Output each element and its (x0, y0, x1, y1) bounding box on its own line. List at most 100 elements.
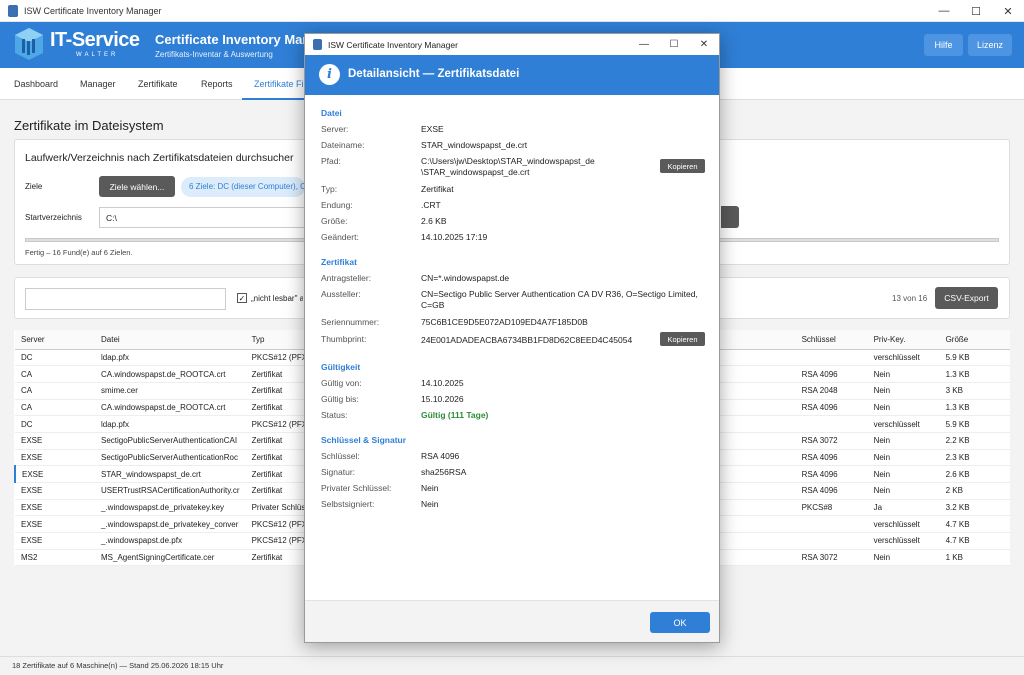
help-button[interactable]: Hilfe (924, 34, 963, 56)
dialog-close-icon[interactable]: ✕ (689, 34, 719, 55)
section-file: Datei (321, 108, 342, 118)
path-value-line1: C:\Users\jw\Desktop\STAR_windowspapst_de (421, 156, 595, 166)
ok-button[interactable]: OK (650, 612, 710, 633)
tab-manager[interactable]: Manager (80, 68, 116, 100)
table-cell: Nein (867, 449, 940, 467)
startdir-input[interactable]: C:\ (99, 207, 305, 228)
table-cell: 2.3 KB (939, 449, 1010, 467)
filename-key: Dateiname: (321, 140, 365, 150)
table-cell: verschlüsselt (867, 515, 940, 534)
table-cell: RSA 4096 (795, 465, 868, 483)
table-cell: 2.6 KB (939, 465, 1010, 483)
table-cell: CA.windowspapst.de_ROOTCA.crt (95, 365, 246, 383)
key-key: Schlüssel: (321, 451, 360, 461)
close-icon[interactable]: ✕ (992, 0, 1024, 22)
table-cell: CA (15, 382, 95, 400)
size-key: Größe: (321, 216, 348, 226)
copy-thumbprint-button[interactable]: Kopieren (660, 332, 705, 346)
server-value: EXSE (421, 124, 444, 134)
window-title: ISW Certificate Inventory Manager (24, 5, 162, 16)
main-titlebar: ISW Certificate Inventory Manager — ☐ ✕ (0, 0, 1024, 22)
table-cell (795, 532, 868, 550)
csv-export-button[interactable]: CSV-Export (935, 287, 998, 309)
table-cell: 2 KB (939, 482, 1010, 500)
valid-from-key: Gültig von: (321, 378, 362, 388)
scan-start-button[interactable] (721, 206, 739, 228)
col-key[interactable]: Schlüssel (795, 330, 868, 350)
ext-key: Endung: (321, 200, 353, 210)
table-cell: EXSE (15, 499, 95, 517)
app-icon (8, 4, 18, 17)
tab-zertifikate-files[interactable]: Zertifikate Fi (242, 68, 304, 100)
valid-to-key: Gültig bis: (321, 394, 359, 404)
tab-dashboard[interactable]: Dashboard (14, 68, 58, 100)
table-cell: RSA 4096 (795, 365, 868, 383)
server-key: Server: (321, 124, 349, 134)
unreadable-label: „nicht lesbar" a (251, 294, 303, 303)
col-privkey[interactable]: Priv-Key. (867, 330, 940, 350)
table-cell: _.windowspapst.de_privatekey_conver (95, 515, 246, 534)
serial-value: 75C6B1CE9D5E072AD109ED4A7F185D0B (421, 317, 588, 327)
status-value: Gültig (111 Tage) (421, 410, 489, 420)
filename-value: STAR_windowspapst_de.crt (421, 140, 528, 150)
table-cell: RSA 4096 (795, 482, 868, 500)
company-logo: IT-Service WALTER (14, 27, 144, 63)
table-cell: CA.windowspapst.de_ROOTCA.crt (95, 399, 246, 417)
table-cell: Nein (867, 365, 940, 383)
table-cell: Nein (867, 432, 940, 450)
valid-to-value: 15.10.2026 (421, 394, 464, 404)
table-cell: 5.9 KB (939, 415, 1010, 433)
table-cell: ldap.pfx (95, 349, 246, 367)
table-cell: Ja (867, 499, 940, 517)
table-cell: 1 KB (939, 549, 1010, 567)
choose-targets-button[interactable]: Ziele wählen... (99, 176, 175, 197)
table-cell: STAR_windowspapst_de.crt (95, 465, 246, 483)
col-file[interactable]: Datei (95, 330, 246, 350)
dialog-maximize-icon[interactable]: ☐ (659, 34, 689, 55)
minimize-icon[interactable]: — (928, 0, 960, 22)
tab-reports[interactable]: Reports (201, 68, 233, 100)
license-button[interactable]: Lizenz (968, 34, 1012, 56)
table-cell: verschlüsselt (867, 415, 940, 433)
table-cell: verschlüsselt (867, 349, 940, 367)
selfsigned-key: Selbstsigniert: (321, 499, 375, 509)
dialog-minimize-icon[interactable]: — (629, 34, 659, 55)
page-title: Zertifikate im Dateisystem (14, 118, 164, 133)
dialog-app-icon (313, 39, 322, 50)
search-input[interactable] (25, 288, 226, 310)
tab-zertifikate[interactable]: Zertifikate (138, 68, 178, 100)
table-cell: DC (15, 349, 95, 367)
startdir-label: Startverzeichnis (25, 213, 82, 222)
path-key: Pfad: (321, 156, 341, 166)
path-value-line2: \STAR_windowspapst_de.crt (421, 167, 530, 177)
table-cell: Nein (867, 382, 940, 400)
issuer-key: Aussteller: (321, 289, 361, 299)
scan-heading: Laufwerk/Verzeichnis nach Zertifikatsdat… (25, 152, 294, 164)
table-cell: Nein (867, 549, 940, 567)
table-cell: 3 KB (939, 382, 1010, 400)
table-cell: CA (15, 365, 95, 383)
table-cell: EXSE (15, 449, 95, 467)
copy-path-button[interactable]: Kopieren (660, 159, 705, 173)
table-cell: 4.7 KB (939, 532, 1010, 550)
table-cell: EXSE (15, 532, 95, 550)
unreadable-checkbox[interactable]: ✓ (237, 293, 247, 303)
table-cell: USERTrustRSACertificationAuthority.cr (95, 482, 246, 500)
table-cell (795, 349, 868, 367)
key-value: RSA 4096 (421, 451, 460, 461)
type-value: Zertifikat (421, 184, 454, 194)
thumbprint-value: 24E001ADADEACBA6734BB1FD8D62C8EED4C45054 (421, 335, 633, 345)
col-size[interactable]: Größe (939, 330, 1010, 350)
table-cell: DC (15, 415, 95, 433)
thumbprint-key: Thumbprint: (321, 334, 367, 344)
maximize-icon[interactable]: ☐ (960, 0, 992, 22)
table-cell: EXSE (15, 515, 95, 534)
table-cell: verschlüsselt (867, 532, 940, 550)
selfsigned-value: Nein (421, 499, 439, 509)
size-value: 2.6 KB (421, 216, 447, 226)
changed-value: 14.10.2025 17:19 (421, 232, 488, 242)
dialog-window-title: ISW Certificate Inventory Manager (328, 39, 458, 50)
table-cell: PKCS#8 (795, 499, 868, 517)
info-icon: i (319, 64, 340, 85)
col-server[interactable]: Server (15, 330, 95, 350)
